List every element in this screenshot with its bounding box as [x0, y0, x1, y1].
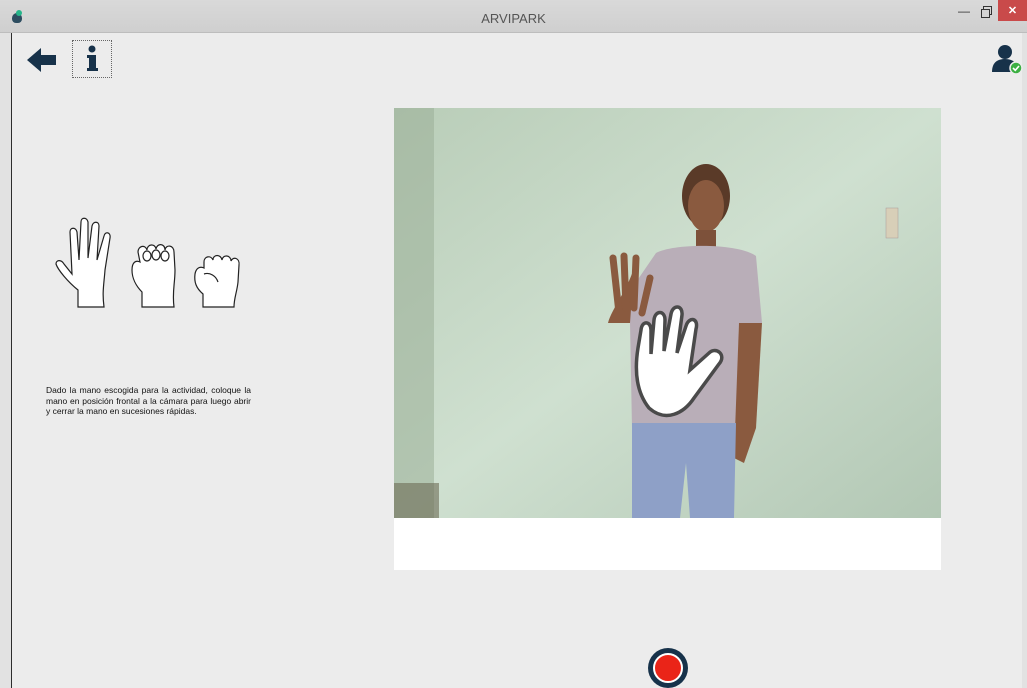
closing-hand-drawing-icon [131, 244, 176, 308]
back-button[interactable] [25, 45, 59, 75]
record-button[interactable] [648, 648, 688, 688]
window-left-border [0, 0, 12, 688]
close-button[interactable]: ✕ [998, 0, 1027, 21]
info-icon [87, 45, 98, 71]
user-button[interactable] [990, 42, 1024, 76]
camera-image [394, 108, 941, 518]
window-title: ARVIPARK [481, 11, 546, 26]
camera-panel [394, 108, 941, 570]
open-hand-drawing-icon [55, 217, 111, 308]
info-button[interactable] [72, 40, 112, 78]
user-check-icon [992, 45, 1023, 75]
title-bar: ARVIPARK — ✕ [0, 0, 1027, 33]
hand-gesture-illustration [48, 212, 248, 312]
camera-feed [394, 108, 941, 518]
minimize-button[interactable]: — [952, 0, 976, 21]
window-right-border [1022, 0, 1027, 688]
record-icon [653, 653, 683, 683]
fist-drawing-icon [194, 254, 240, 308]
maximize-button[interactable] [976, 0, 998, 21]
arrow-left-icon [27, 48, 56, 72]
instructions-text: Dado la mano escogida para la actividad,… [46, 385, 251, 416]
camera-caption-area [394, 518, 941, 570]
restore-icon [980, 6, 992, 18]
